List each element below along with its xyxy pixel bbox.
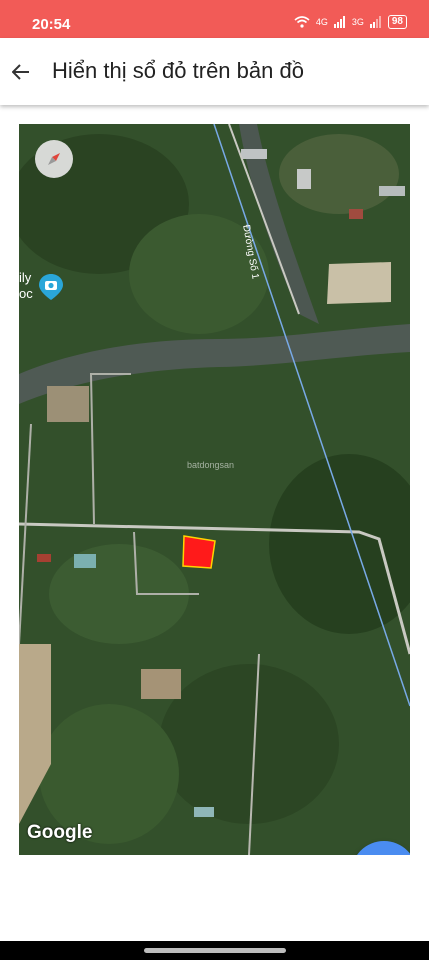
parcel-shape bbox=[182, 535, 216, 569]
signal-4g-label: 4G bbox=[315, 17, 328, 27]
status-time: 20:54 bbox=[32, 16, 71, 33]
back-button[interactable] bbox=[6, 57, 36, 87]
satellite-imagery bbox=[19, 124, 410, 855]
arrow-left-icon bbox=[12, 64, 29, 80]
poi-label-line2: oc bbox=[19, 286, 33, 301]
wifi-icon bbox=[294, 16, 310, 28]
page-title: Hiển thị sổ đỏ trên bản đồ bbox=[52, 58, 304, 83]
battery-indicator: 98 bbox=[387, 15, 407, 29]
signal-bars-2-icon bbox=[369, 16, 381, 28]
status-icons: 4G 3G 98 bbox=[294, 15, 407, 29]
app-bar: Hiển thị sổ đỏ trên bản đồ bbox=[0, 38, 429, 105]
system-nav-bar bbox=[0, 941, 429, 960]
land-parcel-polygon[interactable] bbox=[182, 534, 222, 570]
compass-icon bbox=[48, 153, 60, 165]
signal-3g-label: 3G bbox=[351, 17, 364, 27]
google-logo: Google bbox=[27, 822, 93, 843]
status-bar: 20:54 4G 3G 98 bbox=[0, 0, 429, 38]
camera-poi-icon[interactable] bbox=[39, 274, 63, 300]
compass-button[interactable] bbox=[35, 140, 73, 178]
poi-label-line1: ily bbox=[19, 270, 32, 285]
home-gesture-handle[interactable] bbox=[144, 948, 286, 953]
map-view[interactable]: ily oc Đường Số 1 batdongsan Google bbox=[19, 124, 410, 855]
signal-bars-icon bbox=[333, 16, 345, 28]
watermark: batdongsan bbox=[187, 460, 235, 470]
poi-label: ily oc bbox=[19, 270, 33, 302]
